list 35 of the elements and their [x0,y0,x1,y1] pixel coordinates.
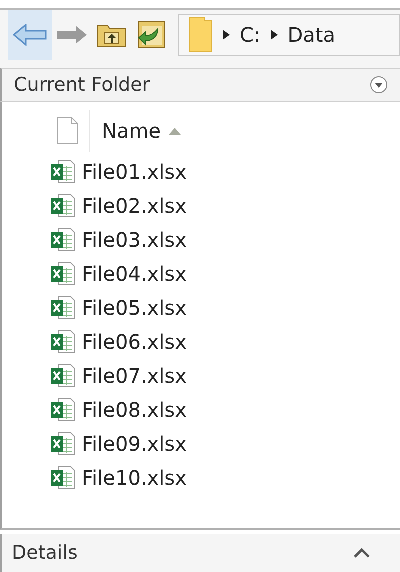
file-name[interactable]: File03.xlsx [82,225,187,255]
panel-title: Current Folder [14,72,150,98]
file-name[interactable]: File10.xlsx [82,463,187,493]
forward-arrow-icon [56,25,88,45]
back-button[interactable] [8,10,52,60]
breadcrumb[interactable]: C: [240,20,261,50]
spreadsheet-icon [50,364,76,388]
address-bar[interactable]: C: Data [178,14,400,56]
spreadsheet-icon [50,228,76,252]
back-arrow-icon [13,24,47,46]
file-name[interactable]: File05.xlsx [82,293,187,323]
spreadsheet-icon [50,296,76,320]
spreadsheet-icon [50,194,76,218]
panel-title: Details [12,540,78,566]
file-name[interactable]: File08.xlsx [82,395,187,425]
file-name[interactable]: File09.xlsx [82,429,187,459]
spreadsheet-icon [50,160,76,184]
breadcrumb[interactable]: Data [288,20,336,50]
chevron-icon[interactable] [354,548,370,558]
chevron-icon[interactable] [223,30,230,40]
chevron-icon[interactable] [270,30,278,40]
file-name[interactable]: File06.xlsx [82,327,187,357]
file-name[interactable]: File07.xlsx [82,361,187,391]
spreadsheet-icon [50,398,76,422]
folder-icon [189,17,213,53]
file-icon [57,117,79,145]
spreadsheet-icon [50,262,76,286]
file-name[interactable]: File01.xlsx [82,157,187,187]
spreadsheet-icon [50,432,76,456]
spreadsheet-icon [50,466,76,490]
spreadsheet-icon [50,330,76,354]
dropdown-icon[interactable] [370,76,388,94]
column-header[interactable]: Name [90,110,182,152]
file-name[interactable]: File02.xlsx [82,191,187,221]
file-name[interactable]: File04.xlsx [82,259,187,289]
